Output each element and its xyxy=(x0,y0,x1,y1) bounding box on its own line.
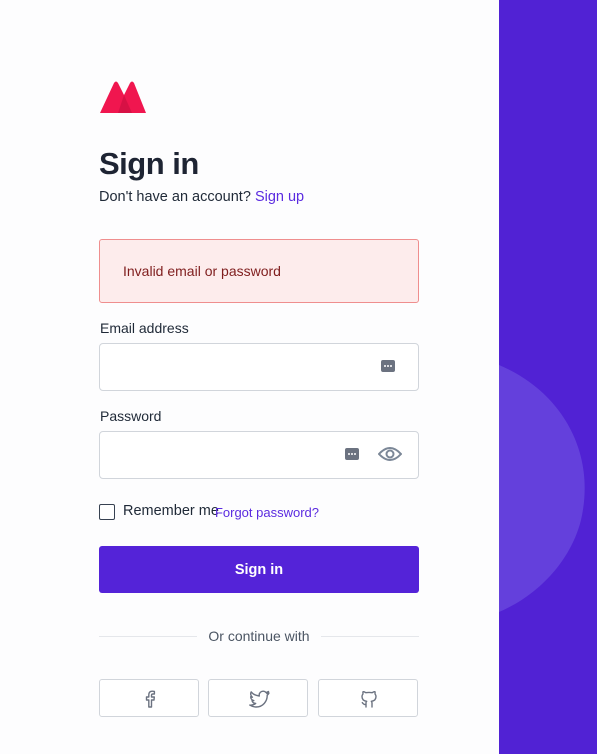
remember-me-checkbox[interactable] xyxy=(99,504,115,520)
github-button[interactable] xyxy=(318,679,418,717)
twitter-button[interactable] xyxy=(208,679,308,717)
brand-logo xyxy=(100,81,146,113)
password-field-wrapper xyxy=(99,431,419,479)
twitter-icon xyxy=(249,690,270,708)
decorative-wave xyxy=(499,365,585,612)
facebook-button[interactable] xyxy=(99,679,199,717)
divider-line xyxy=(321,636,419,637)
signup-prompt-text: Don't have an account? xyxy=(99,189,251,205)
brand-panel xyxy=(499,0,597,754)
github-icon xyxy=(361,690,377,708)
email-label: Email address xyxy=(100,320,189,336)
password-field[interactable] xyxy=(100,432,418,478)
password-manager-icon[interactable] xyxy=(381,360,395,372)
forgot-password-link[interactable]: Forgot password? xyxy=(215,505,319,520)
social-divider: Or continue with xyxy=(99,628,419,646)
email-field-wrapper xyxy=(99,343,419,391)
form-panel: Sign in Don't have an account? Sign up I… xyxy=(0,0,499,754)
error-alert-message: Invalid email or password xyxy=(123,263,281,279)
password-manager-icon[interactable] xyxy=(345,448,359,460)
error-alert: Invalid email or password xyxy=(99,239,419,303)
remember-me-label[interactable]: Remember me xyxy=(123,503,219,519)
page-title: Sign in xyxy=(99,146,199,181)
email-field[interactable] xyxy=(100,344,418,390)
password-label: Password xyxy=(100,408,162,424)
sign-in-button[interactable]: Sign in xyxy=(99,546,419,593)
signup-link[interactable]: Sign up xyxy=(255,189,304,205)
facebook-icon xyxy=(145,690,156,708)
show-password-icon[interactable] xyxy=(378,445,402,463)
signup-prompt: Don't have an account? Sign up xyxy=(99,189,304,205)
